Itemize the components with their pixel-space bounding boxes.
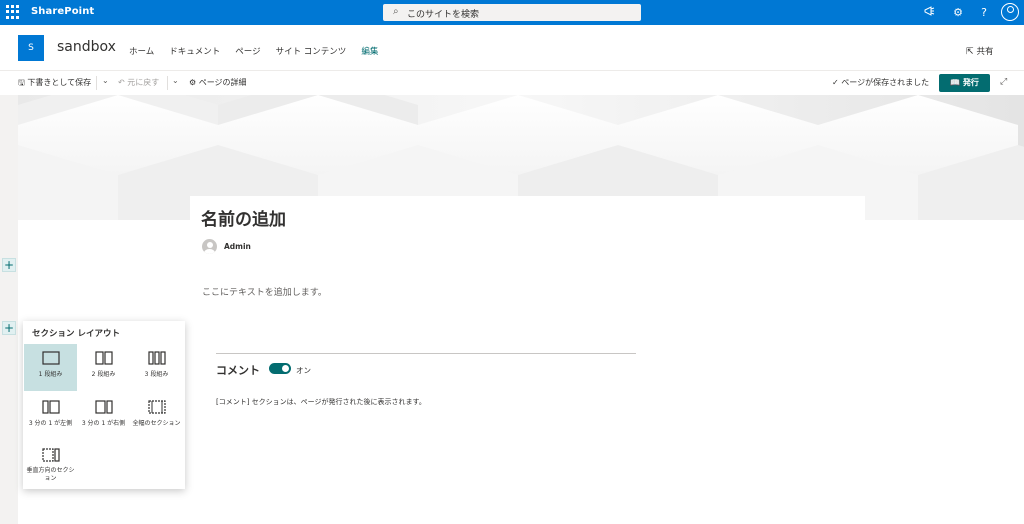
search-box[interactable]: ⌕ このサイトを検索 <box>383 4 641 21</box>
book-icon: 📖 <box>950 78 961 87</box>
save-options-chevron-icon[interactable]: ⌄ <box>102 76 109 85</box>
page-details-button[interactable]: ⚙ ページの詳細 <box>189 77 247 88</box>
layout-option-label: 3 分の 1 が左側 <box>28 420 73 427</box>
comments-toggle-label: オン <box>296 366 311 375</box>
left-rail <box>0 95 18 524</box>
undo-label: 元に戻す <box>127 78 160 87</box>
undo-button[interactable]: ↶ 元に戻す <box>118 77 159 88</box>
one-column-icon <box>41 351 60 365</box>
layout-option-one-third-left[interactable]: 3 分の 1 が左側 <box>24 393 77 439</box>
layout-option-label: 3 段組み <box>144 371 169 378</box>
save-icon: 🖫 <box>18 78 25 87</box>
nav-item-documents[interactable]: ドキュメント <box>169 45 220 57</box>
one-third-left-icon <box>41 400 60 414</box>
save-status-label: ページが保存されました <box>841 78 930 87</box>
author-name[interactable]: Admin <box>224 242 251 251</box>
site-logo[interactable]: S <box>18 35 44 61</box>
layout-option-two-columns[interactable]: 2 段組み <box>77 344 130 391</box>
share-button[interactable]: ⇱ 共有 <box>966 45 994 57</box>
page-details-label: ページの詳細 <box>198 78 247 87</box>
command-bar: 🖫 下書きとして保存 ⌄ ↶ 元に戻す ⌄ ⚙ ページの詳細 ✓ ページが保存さ… <box>0 71 1024 95</box>
layout-option-full-width[interactable]: 全幅のセクション <box>130 393 183 439</box>
three-columns-icon <box>147 351 166 365</box>
site-header: S sandbox ホーム ドキュメント ページ サイト コンテンツ 編集 ⇱ 共… <box>0 25 1024 71</box>
app-brand[interactable]: SharePoint <box>31 6 94 17</box>
share-icon: ⇱ <box>966 47 974 57</box>
gear-icon[interactable]: ⚙ <box>950 5 966 21</box>
help-icon[interactable]: ? <box>976 5 992 21</box>
layout-option-vertical-section[interactable]: 垂直方向のセクション <box>24 441 77 487</box>
section-layout-panel: セクション レイアウト 1 段組み 2 段組み 3 段組み 3 分の 1 が左側… <box>23 321 185 489</box>
expand-icon[interactable]: ⤢ <box>1000 77 1007 87</box>
author-avatar <box>202 239 217 254</box>
comments-divider <box>216 353 636 354</box>
site-name[interactable]: sandbox <box>57 39 116 55</box>
undo-icon: ↶ <box>118 78 125 87</box>
one-third-right-icon <box>94 400 113 414</box>
layout-option-three-columns[interactable]: 3 段組み <box>130 344 183 391</box>
nav-item-site-contents[interactable]: サイト コンテンツ <box>276 45 347 57</box>
undo-options-chevron-icon[interactable]: ⌄ <box>172 76 179 85</box>
publish-label: 発行 <box>962 78 979 87</box>
nav-item-home[interactable]: ホーム <box>129 45 154 57</box>
search-placeholder: このサイトを検索 <box>407 10 480 20</box>
comments-toggle[interactable] <box>269 363 291 374</box>
site-nav: ホーム ドキュメント ページ サイト コンテンツ 編集 <box>129 45 378 57</box>
nav-item-pages[interactable]: ページ <box>235 45 260 57</box>
two-columns-icon <box>94 351 113 365</box>
text-webpart-placeholder[interactable]: ここにテキストを追加します。 <box>202 285 327 298</box>
layout-option-label: 垂直方向のセクション <box>26 467 75 482</box>
full-width-icon <box>147 400 166 414</box>
layout-option-one-column[interactable]: 1 段組み <box>24 344 77 391</box>
publish-button[interactable]: 📖 発行 <box>939 74 990 92</box>
gear-icon: ⚙ <box>189 78 197 87</box>
checkmark-icon: ✓ <box>832 78 839 87</box>
vertical-section-icon <box>41 448 60 462</box>
save-status: ✓ ページが保存されました <box>832 77 929 88</box>
save-draft-button[interactable]: 🖫 下書きとして保存 <box>18 77 91 91</box>
waffle-icon[interactable] <box>6 5 20 19</box>
page-title[interactable]: 名前の追加 <box>201 205 286 230</box>
nav-item-edit[interactable]: 編集 <box>361 45 378 57</box>
add-section-button[interactable]: + <box>2 321 16 335</box>
layout-option-one-third-right[interactable]: 3 分の 1 が右側 <box>77 393 130 439</box>
save-draft-label: 下書きとして保存 <box>27 78 92 87</box>
search-icon: ⌕ <box>393 6 399 17</box>
layout-option-label: 3 分の 1 が右側 <box>81 420 126 427</box>
user-avatar-icon[interactable] <box>1001 3 1019 21</box>
share-label: 共有 <box>976 47 994 57</box>
section-layout-title: セクション レイアウト <box>32 329 120 339</box>
comments-title: コメント <box>216 364 260 377</box>
layout-option-label: 全幅のセクション <box>132 420 181 427</box>
suite-bar: SharePoint ⌕ このサイトを検索 ⚙ ? <box>0 0 1024 25</box>
layout-option-label: 1 段組み <box>38 371 63 378</box>
megaphone-icon[interactable] <box>922 5 938 21</box>
comments-note: [コメント] セクションは、ページが発行された後に表示されます。 <box>216 398 426 406</box>
title-area <box>190 196 865 226</box>
layout-option-label: 2 段組み <box>91 371 116 378</box>
add-section-button[interactable]: + <box>2 258 16 272</box>
